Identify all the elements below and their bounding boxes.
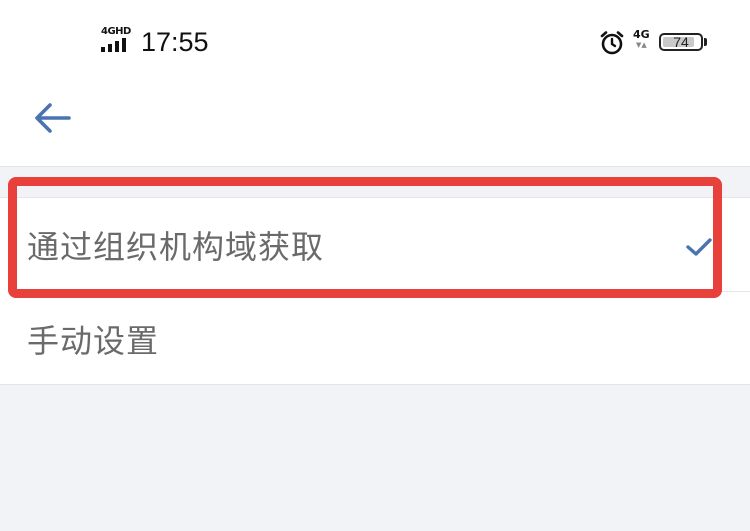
network-type-label: 4G — [633, 28, 650, 41]
network-label: 4GHD — [101, 26, 131, 37]
network-type-icon: 4G ▼▲ — [633, 28, 655, 54]
option-label: 手动设置 — [27, 321, 160, 360]
option-from-organization-domain[interactable]: 通过组织机构域获取 — [0, 198, 750, 291]
status-bar: 4GHD 17:55 4G ▼▲ 74 — [0, 0, 750, 80]
signal-bars — [101, 38, 126, 52]
battery-level: 74 — [673, 34, 689, 50]
alarm-icon — [600, 31, 624, 55]
status-time: 17:55 — [141, 27, 209, 57]
check-icon — [686, 238, 712, 256]
header-divider — [0, 166, 750, 167]
top-bar: 4GHD 17:55 4G ▼▲ 74 — [0, 0, 750, 166]
option-list: 通过组织机构域获取 手动设置 — [0, 197, 750, 385]
option-manual-setup[interactable]: 手动设置 — [0, 292, 750, 385]
option-label: 通过组织机构域获取 — [27, 227, 325, 266]
back-arrow-icon[interactable] — [28, 96, 76, 140]
battery-icon: 74 — [659, 33, 707, 51]
data-arrows-icon: ▼▲ — [636, 41, 647, 49]
signal-strength-icon: 4GHD — [101, 26, 135, 52]
screen: 4GHD 17:55 4G ▼▲ 74 通过组织机构域获取 手动设置 — [0, 0, 750, 531]
